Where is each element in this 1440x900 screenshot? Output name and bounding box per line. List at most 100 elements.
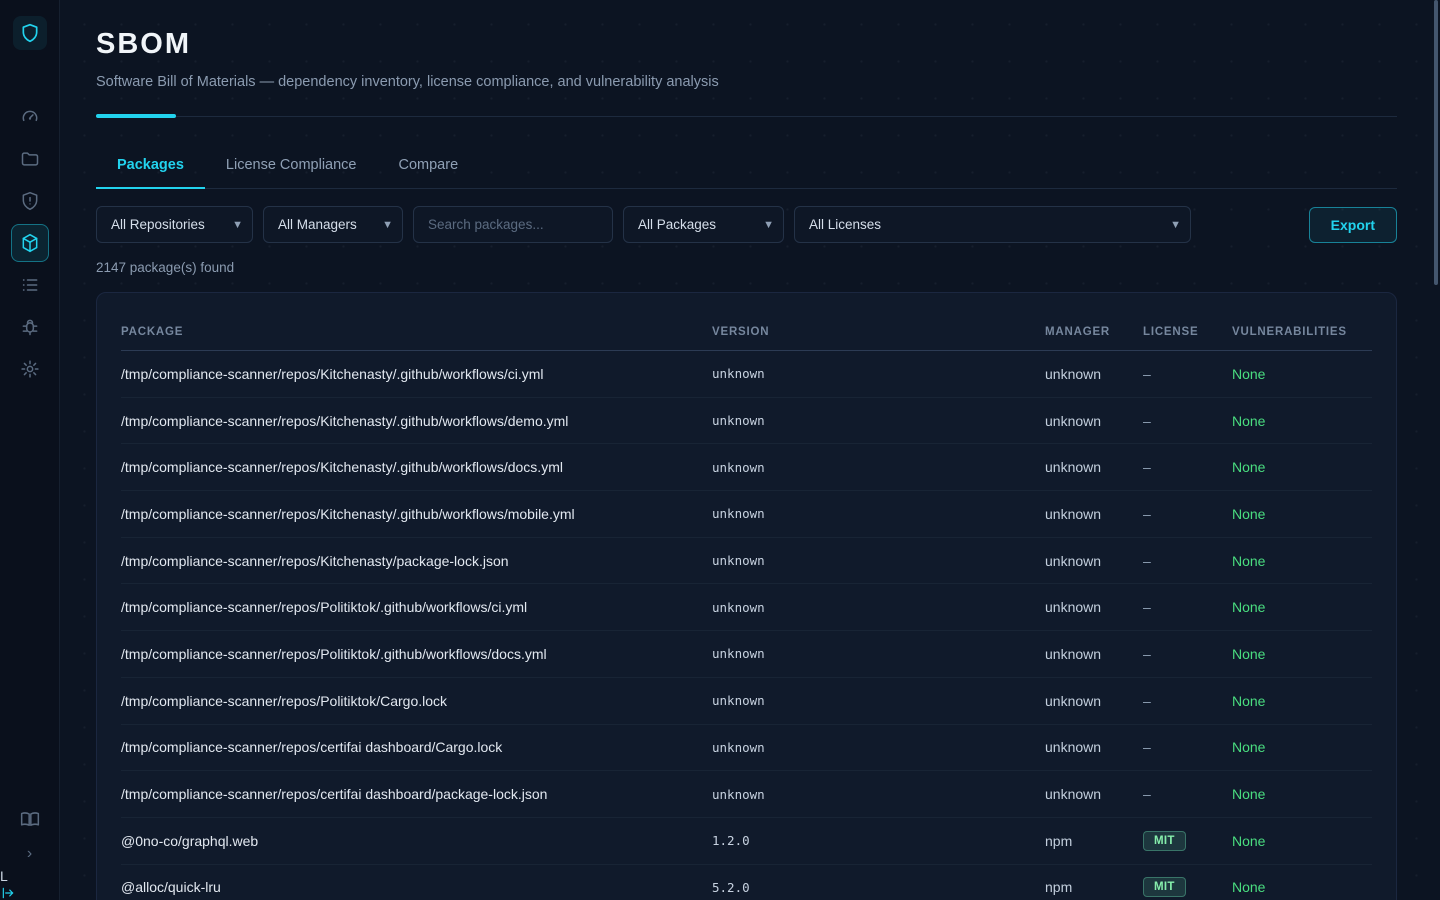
sidebar-item-settings[interactable] — [11, 350, 49, 388]
sidebar-item-dashboard[interactable] — [11, 98, 49, 136]
table-row[interactable]: /tmp/compliance-scanner/repos/Kitchenast… — [121, 444, 1372, 491]
title-divider — [96, 113, 1397, 117]
sidebar-item-sbom[interactable] — [11, 224, 49, 262]
package-manager: unknown — [1045, 413, 1143, 429]
package-version: 5.2.0 — [712, 880, 1045, 895]
sidebar-item-docs[interactable] — [11, 800, 49, 838]
table-row[interactable]: /tmp/compliance-scanner/repos/Politiktok… — [121, 584, 1372, 631]
package-vulnerabilities: None — [1232, 833, 1372, 849]
sidebar-footer: › L — [0, 800, 59, 900]
package-manager: unknown — [1045, 553, 1143, 569]
package-cube-icon — [20, 233, 40, 253]
book-icon — [20, 809, 40, 829]
table-row[interactable]: /tmp/compliance-scanner/repos/Kitchenast… — [121, 351, 1372, 398]
license-badge: MIT — [1143, 831, 1186, 851]
repository-filter-select[interactable]: All Repositories — [96, 206, 253, 243]
search-input[interactable] — [413, 206, 613, 243]
table-row[interactable]: @0no-co/graphql.web1.2.0npmMITNone — [121, 818, 1372, 865]
table-row[interactable]: /tmp/compliance-scanner/repos/certifai d… — [121, 771, 1372, 818]
logout-arrow-icon[interactable] — [0, 884, 16, 900]
shield-icon — [20, 23, 40, 43]
manager-filter-select[interactable]: All Managers — [263, 206, 403, 243]
package-license: – — [1143, 739, 1232, 755]
package-license: – — [1143, 506, 1232, 522]
package-path: /tmp/compliance-scanner/repos/Kitchenast… — [121, 506, 712, 522]
table-row[interactable]: /tmp/compliance-scanner/repos/Kitchenast… — [121, 538, 1372, 585]
package-manager: unknown — [1045, 366, 1143, 382]
package-vulnerabilities: None — [1232, 786, 1372, 802]
tab-packages[interactable]: Packages — [96, 147, 205, 189]
table-body: /tmp/compliance-scanner/repos/Kitchenast… — [121, 351, 1372, 900]
tab-license-compliance[interactable]: License Compliance — [205, 147, 378, 189]
package-license: – — [1143, 366, 1232, 382]
package-manager: unknown — [1045, 786, 1143, 802]
package-version: unknown — [712, 740, 1045, 755]
package-license: – — [1143, 413, 1232, 429]
package-manager: npm — [1045, 879, 1143, 895]
result-count: 2147 package(s) found — [96, 260, 1397, 275]
column-header-vulnerabilities: Vulnerabilities — [1232, 326, 1372, 338]
folder-icon — [20, 149, 40, 169]
repository-filter-wrap: All Repositories ▼ — [96, 206, 253, 243]
package-path: /tmp/compliance-scanner/repos/Kitchenast… — [121, 413, 712, 429]
package-filter-select[interactable]: All Packages — [623, 206, 784, 243]
sidebar-clipped-label: L — [0, 868, 8, 884]
table-header: Package Version Manager License Vulnerab… — [121, 313, 1372, 351]
manager-filter-wrap: All Managers ▼ — [263, 206, 403, 243]
sidebar-item-repositories[interactable] — [11, 140, 49, 178]
export-button[interactable]: Export — [1309, 207, 1397, 243]
package-manager: unknown — [1045, 506, 1143, 522]
package-manager: unknown — [1045, 459, 1143, 475]
license-filter-select[interactable]: All Licenses — [794, 206, 1191, 243]
package-version: unknown — [712, 787, 1045, 802]
column-header-manager: Manager — [1045, 326, 1143, 338]
bug-icon — [20, 317, 40, 337]
table-row[interactable]: /tmp/compliance-scanner/repos/Politiktok… — [121, 678, 1372, 725]
package-vulnerabilities: None — [1232, 646, 1372, 662]
table-row[interactable]: /tmp/compliance-scanner/repos/Kitchenast… — [121, 398, 1372, 445]
column-header-package: Package — [121, 326, 712, 338]
package-manager: unknown — [1045, 693, 1143, 709]
package-version: 1.2.0 — [712, 833, 1045, 848]
package-license: – — [1143, 553, 1232, 569]
package-version: unknown — [712, 600, 1045, 615]
package-vulnerabilities: None — [1232, 459, 1372, 475]
table-row[interactable]: @alloc/quick-lru5.2.0npmMIT None — [121, 865, 1372, 900]
package-path: /tmp/compliance-scanner/repos/Kitchenast… — [121, 553, 712, 569]
sidebar-item-inventory[interactable] — [11, 266, 49, 304]
sidebar-collapse-button[interactable]: › — [27, 840, 32, 868]
package-vulnerabilities: None — [1232, 739, 1372, 755]
package-vulnerabilities: None — [1232, 366, 1372, 382]
package-manager: npm — [1045, 833, 1143, 849]
table-row[interactable]: /tmp/compliance-scanner/repos/Politiktok… — [121, 631, 1372, 678]
package-vulnerabilities: None — [1232, 693, 1372, 709]
tab-compare[interactable]: Compare — [378, 147, 480, 189]
package-path: /tmp/compliance-scanner/repos/Kitchenast… — [121, 366, 712, 382]
sidebar-item-security[interactable] — [11, 182, 49, 220]
package-license: – — [1143, 459, 1232, 475]
scrollbar-thumb[interactable] — [1434, 0, 1438, 285]
package-license: – — [1143, 693, 1232, 709]
package-license: MIT — [1143, 831, 1232, 851]
sidebar-item-vulnerabilities[interactable] — [11, 308, 49, 346]
package-version: unknown — [712, 693, 1045, 708]
package-manager: unknown — [1045, 739, 1143, 755]
column-header-license: License — [1143, 326, 1232, 338]
column-header-version: Version — [712, 326, 1045, 338]
app-logo[interactable] — [13, 16, 47, 50]
package-path: /tmp/compliance-scanner/repos/certifai d… — [121, 786, 712, 802]
package-path: /tmp/compliance-scanner/repos/Kitchenast… — [121, 459, 712, 475]
title-accent-bar — [96, 114, 176, 118]
page-subtitle: Software Bill of Materials — dependency … — [96, 74, 1397, 90]
package-path: /tmp/compliance-scanner/repos/Politiktok… — [121, 646, 712, 662]
package-vulnerabilities: None — [1232, 879, 1372, 895]
table-row[interactable]: /tmp/compliance-scanner/repos/certifai d… — [121, 725, 1372, 772]
package-license: – — [1143, 646, 1232, 662]
page-title: SBOM — [96, 28, 1397, 61]
license-badge: MIT — [1143, 877, 1186, 897]
package-version: unknown — [712, 413, 1045, 428]
table-row[interactable]: /tmp/compliance-scanner/repos/Kitchenast… — [121, 491, 1372, 538]
package-vulnerabilities: None — [1232, 553, 1372, 569]
package-path: @alloc/quick-lru — [121, 879, 712, 895]
gear-icon — [20, 359, 40, 379]
